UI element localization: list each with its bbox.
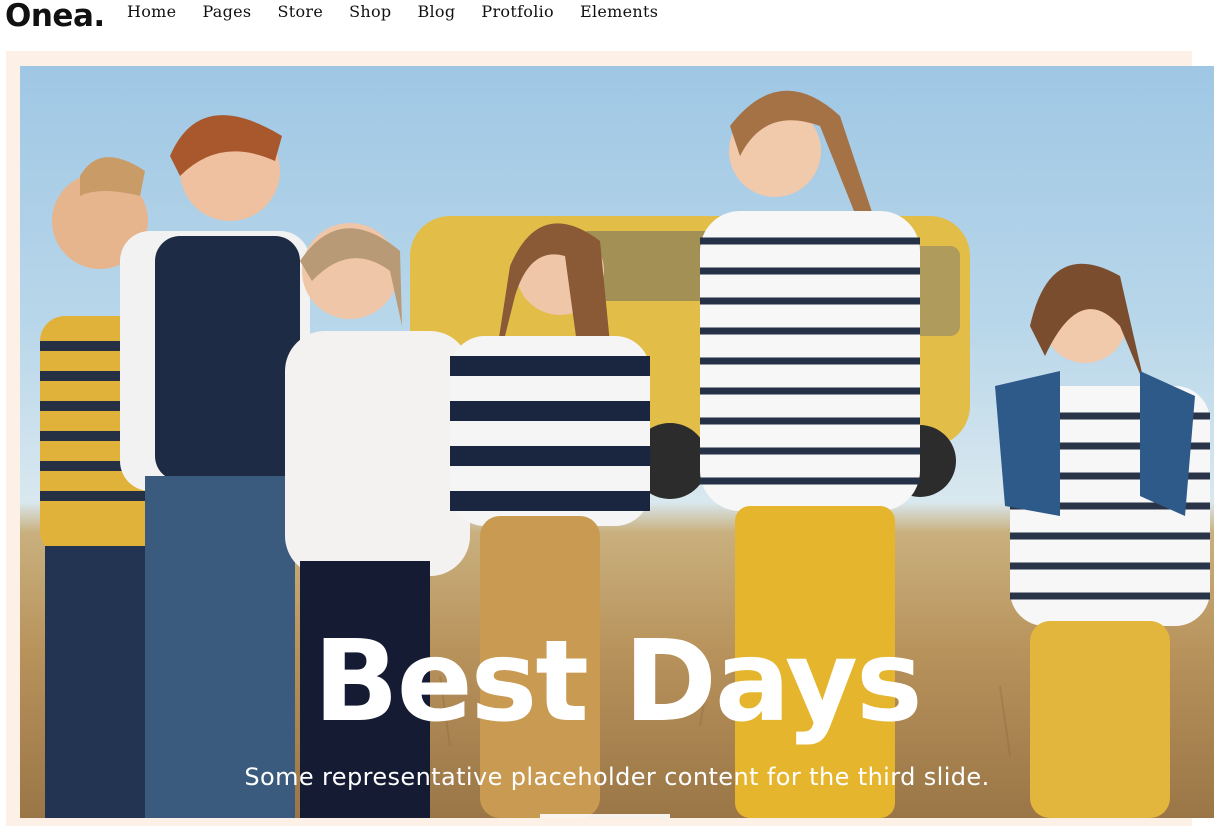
nav-item-store[interactable]: Store <box>277 2 323 21</box>
hero-slide: Best Days Some representative placeholde… <box>20 66 1214 818</box>
nav-item-pages[interactable]: Pages <box>202 2 251 21</box>
nav-item-shop[interactable]: Shop <box>349 2 391 21</box>
nav-item-home[interactable]: Home <box>127 2 176 21</box>
slide-title: Best Days <box>313 617 922 747</box>
nav-item-blog[interactable]: Blog <box>417 2 455 21</box>
site-logo[interactable]: Onea. <box>5 0 105 34</box>
main-nav: Home Pages Store Shop Blog Protfolio Ele… <box>127 2 684 21</box>
carousel-indicator-active[interactable] <box>540 814 670 818</box>
nav-item-elements[interactable]: Elements <box>580 2 658 21</box>
slide-caption: Some representative placeholder content … <box>244 763 990 791</box>
top-navbar: Onea. Home Pages Store Shop Blog Protfol… <box>0 0 1232 44</box>
nav-item-portfolio[interactable]: Protfolio <box>481 2 554 21</box>
